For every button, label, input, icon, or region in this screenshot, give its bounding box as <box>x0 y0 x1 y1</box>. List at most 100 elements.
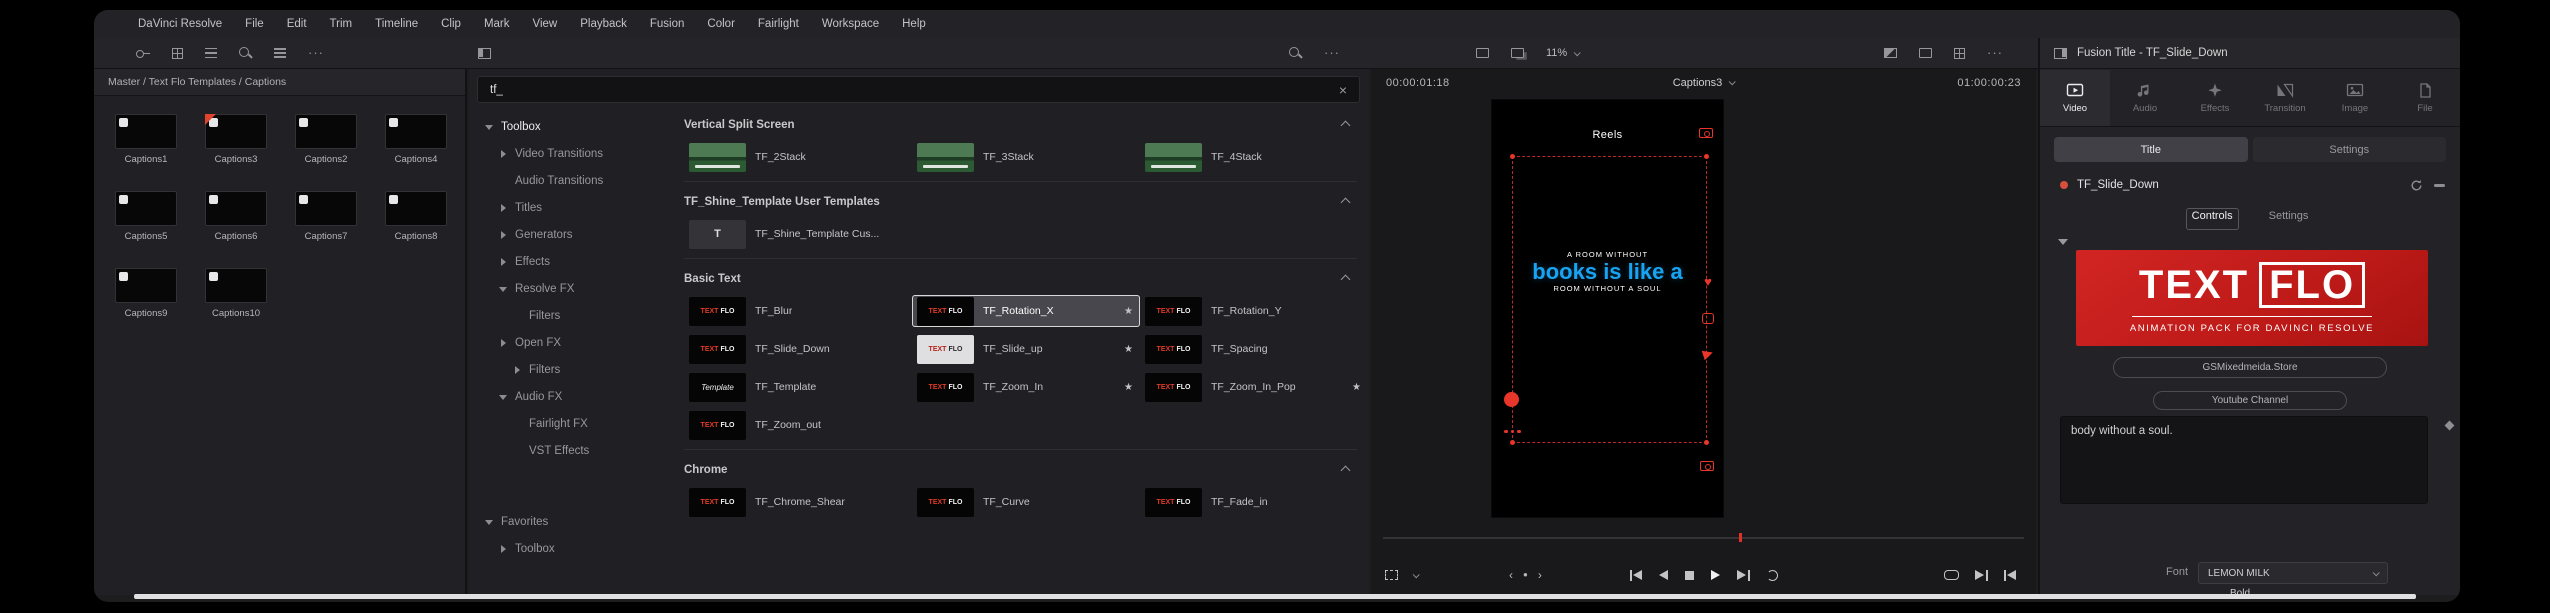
mixer-icon[interactable] <box>136 48 150 58</box>
split-screen-icon[interactable] <box>1919 48 1932 58</box>
keyframe-nav-icon[interactable] <box>2433 179 2446 192</box>
tree-collapsed-arrow-icon[interactable] <box>499 338 508 347</box>
clip-captions8[interactable]: Captions8 <box>385 191 447 242</box>
grid-icon[interactable] <box>1954 47 1965 59</box>
transform-handle[interactable] <box>1704 440 1709 445</box>
font-dropdown[interactable]: LEMON MILK <box>2198 562 2388 584</box>
clip-captions4[interactable]: Captions4 <box>385 114 447 165</box>
layer-enable-dot[interactable] <box>2060 181 2068 189</box>
tab-audio[interactable]: Audio <box>2110 70 2180 126</box>
clip-thumbnail[interactable] <box>115 191 177 226</box>
more-icon[interactable]: ··· <box>308 46 324 59</box>
fx-tree-item-vst-effects[interactable]: VST Effects <box>469 437 679 464</box>
clip-captions1[interactable]: Captions1 <box>115 114 177 165</box>
loop-icon[interactable] <box>1766 569 1778 581</box>
menu-view[interactable]: View <box>533 18 558 30</box>
tab-effects[interactable]: Effects <box>2180 70 2250 126</box>
clip-thumbnail[interactable] <box>385 114 447 149</box>
fx-tree-item-fairlight-fx[interactable]: Fairlight FX <box>469 410 679 437</box>
search-icon[interactable] <box>239 46 252 60</box>
transform-handle[interactable] <box>1510 440 1515 445</box>
keyframe-icon[interactable]: ● <box>1523 569 1528 581</box>
menu-playback[interactable]: Playback <box>580 18 627 30</box>
effects-search-input[interactable]: tf_ × <box>477 76 1360 103</box>
favorite-star-icon[interactable]: ★ <box>1124 382 1135 393</box>
collapse-caret-icon[interactable] <box>2058 239 2068 245</box>
clip-thumbnail[interactable] <box>115 268 177 303</box>
clip-captions6[interactable]: Captions6 <box>205 191 267 242</box>
menu-fusion[interactable]: Fusion <box>650 18 685 30</box>
fx-tree-item-filters[interactable]: Filters <box>469 302 679 329</box>
goto-icon[interactable] <box>2003 569 2016 581</box>
menu-davinci-resolve[interactable]: DaVinci Resolve <box>138 18 222 30</box>
viewer-clip-select[interactable]: Captions3 <box>1450 77 1958 89</box>
controls-tab[interactable]: Controls <box>2186 208 2239 230</box>
clip-thumbnail[interactable] <box>205 191 267 226</box>
fx-tree-item-open-fx[interactable]: Open FX <box>469 329 679 356</box>
title-text-input[interactable]: body without a soul. <box>2060 416 2428 504</box>
tree-collapsed-arrow-icon[interactable] <box>499 203 508 212</box>
menu-clip[interactable]: Clip <box>441 18 461 30</box>
fx-tree-item-filters[interactable]: Filters <box>469 356 679 383</box>
stop-icon[interactable] <box>1685 570 1694 580</box>
search-icon[interactable] <box>1289 46 1302 60</box>
favorite-star-icon[interactable]: ★ <box>1124 344 1135 355</box>
fx-tree-item-effects[interactable]: Effects <box>469 248 679 275</box>
tree-expanded-arrow-icon[interactable] <box>499 284 508 293</box>
fx-tree-item-titles[interactable]: Titles <box>469 194 679 221</box>
wipe-icon[interactable] <box>1884 48 1897 58</box>
youtube-link-button[interactable]: Youtube Channel <box>2153 391 2347 410</box>
last-frame-icon[interactable] <box>1737 569 1750 581</box>
fx-tree-item-generators[interactable]: Generators <box>469 221 679 248</box>
match-frame-icon[interactable] <box>1975 569 1988 581</box>
transform-handle[interactable] <box>1704 154 1709 159</box>
collapse-chevron-icon[interactable] <box>1340 274 1351 284</box>
first-frame-icon[interactable] <box>1629 569 1642 581</box>
subtab-title[interactable]: Title <box>2054 137 2248 162</box>
play-reverse-icon[interactable] <box>1659 570 1668 580</box>
chevron-down-icon[interactable] <box>1412 570 1420 578</box>
tree-collapsed-arrow-icon[interactable] <box>513 365 522 374</box>
tree-collapsed-arrow-icon[interactable] <box>499 544 508 553</box>
tab-image[interactable]: Image <box>2320 70 2390 126</box>
menu-fairlight[interactable]: Fairlight <box>758 18 799 30</box>
transform-handle[interactable] <box>1510 154 1515 159</box>
clip-thumbnail[interactable] <box>205 114 267 149</box>
sort-icon[interactable] <box>274 48 286 58</box>
template-tf-2stack[interactable]: TF_2Stack <box>684 141 912 173</box>
tree-expanded-arrow-icon[interactable] <box>499 392 508 401</box>
tree-collapsed-arrow-icon[interactable] <box>499 230 508 239</box>
keyframe-diamond-icon[interactable] <box>2444 420 2455 431</box>
menu-trim[interactable]: Trim <box>330 18 353 30</box>
viewer-scrubber[interactable] <box>1383 533 2024 542</box>
tab-file[interactable]: File <box>2390 70 2460 126</box>
list-view-icon[interactable] <box>205 48 217 58</box>
collapse-chevron-icon[interactable] <box>1340 197 1351 207</box>
fx-tree-item-toolbox[interactable]: Toolbox <box>469 535 679 562</box>
thumbnail-view-icon[interactable] <box>172 47 183 59</box>
template-tf-chrome-shear[interactable]: TEXT FLO TF_Chrome_Shear <box>684 486 912 518</box>
selection-tool-icon[interactable] <box>1385 570 1398 580</box>
clip-thumbnail[interactable] <box>115 114 177 149</box>
zoom-select[interactable]: 11% <box>1546 47 1581 59</box>
clip-captions9[interactable]: Captions9 <box>115 268 177 319</box>
template-tf-slide-up[interactable]: TEXT FLO TF_Slide_up ★ <box>912 333 1140 365</box>
menu-workspace[interactable]: Workspace <box>822 18 879 30</box>
favorite-star-icon[interactable]: ★ <box>1352 382 1363 393</box>
clip-thumbnail[interactable] <box>385 191 447 226</box>
fx-tree-item-video-transitions[interactable]: Video Transitions <box>469 140 679 167</box>
fx-tree-item-favorites[interactable]: Favorites <box>469 508 679 535</box>
tab-video[interactable]: Video <box>2040 70 2110 126</box>
menu-help[interactable]: Help <box>902 18 926 30</box>
fx-tree-item-audio-transitions[interactable]: Audio Transitions <box>469 167 679 194</box>
clip-thumbnail[interactable] <box>295 191 357 226</box>
clip-captions5[interactable]: Captions5 <box>115 191 177 242</box>
clip-captions2[interactable]: Captions2 <box>295 114 357 165</box>
collapse-chevron-icon[interactable] <box>1340 120 1351 130</box>
single-viewer-icon[interactable] <box>1476 48 1489 58</box>
tab-transition[interactable]: Transition <box>2250 70 2320 126</box>
menu-edit[interactable]: Edit <box>287 18 307 30</box>
dual-viewer-icon[interactable] <box>1511 48 1524 58</box>
tree-expanded-arrow-icon[interactable] <box>485 517 494 526</box>
tree-expanded-arrow-icon[interactable] <box>485 122 494 131</box>
